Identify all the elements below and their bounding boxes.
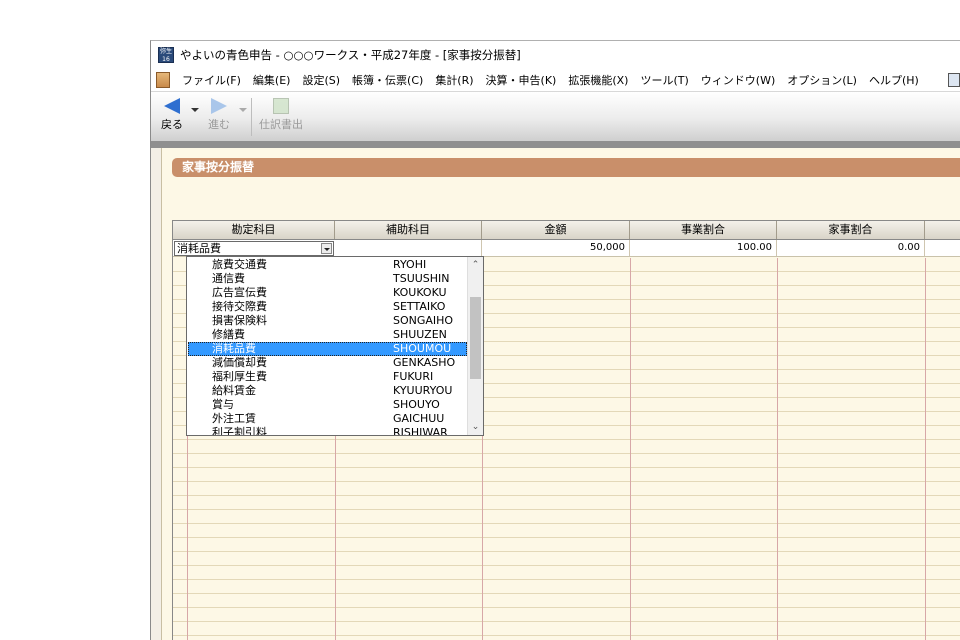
- list-item[interactable]: 通信費 TSUUSHIN: [188, 272, 467, 286]
- grid-header: 勘定科目 補助科目 金額 事業割合 家事割合: [173, 221, 960, 240]
- list-item-code: SONGAIHO: [393, 314, 454, 327]
- list-item-code: RYOHI: [393, 258, 427, 271]
- menu-edit[interactable]: 編集(E): [247, 72, 297, 88]
- menu-aggregate[interactable]: 集計(R): [429, 72, 479, 88]
- menu-window[interactable]: ウィンドウ(W): [695, 72, 781, 88]
- list-item[interactable]: 福利厚生費 FUKURI: [188, 370, 467, 384]
- menu-tools[interactable]: ツール(T): [634, 72, 694, 88]
- forward-label: 進む: [208, 118, 230, 131]
- list-item-code: GAICHUU: [393, 412, 445, 425]
- menu-settings[interactable]: 設定(S): [296, 72, 346, 88]
- column-divider: [777, 258, 778, 640]
- document-icon[interactable]: [156, 72, 170, 88]
- list-item-code: FUKURI: [393, 370, 434, 383]
- list-item[interactable]: 旅費交通費 RYOHI: [188, 258, 467, 272]
- business-ratio-cell[interactable]: 100.00: [630, 240, 777, 256]
- journal-label: 仕訳書出: [259, 118, 303, 131]
- menu-extensions[interactable]: 拡張機能(X): [562, 72, 634, 88]
- list-item[interactable]: 接待交際費 SETTAIKO: [188, 300, 467, 314]
- back-dropdown-icon[interactable]: [191, 108, 199, 112]
- list-item-name: 外注工賃: [212, 412, 256, 425]
- column-header-amount[interactable]: 金額: [482, 221, 630, 239]
- forward-arrow-icon: [211, 98, 227, 114]
- list-item-code: SHOUMOU: [393, 342, 452, 355]
- list-item-code: GENKASHO: [393, 356, 456, 369]
- list-item[interactable]: 給料賃金 KYUURYOU: [188, 384, 467, 398]
- dropdown-scrollbar[interactable]: ⌃ ⌄: [467, 257, 483, 435]
- section-title: 家事按分振替: [172, 158, 960, 177]
- menu-options[interactable]: オプション(L): [781, 72, 863, 88]
- household-ratio-cell[interactable]: 0.00: [777, 240, 925, 256]
- app-icon: 弥生 16: [158, 47, 174, 63]
- account-combobox[interactable]: 消耗品費: [174, 241, 334, 256]
- forward-button[interactable]: 進む: [208, 98, 230, 132]
- list-item[interactable]: 利子割引料 RISHIWAR: [188, 426, 467, 436]
- column-header-household-ratio[interactable]: 家事割合: [777, 221, 925, 239]
- list-item-name: 旅費交通費: [212, 258, 267, 271]
- menu-file[interactable]: ファイル(F): [176, 72, 247, 88]
- list-item-name: 給料賃金: [212, 384, 256, 397]
- list-item-name: 通信費: [212, 272, 245, 285]
- column-header-account[interactable]: 勘定科目: [173, 221, 335, 239]
- toolbar-bottom-border: [151, 141, 960, 148]
- title-bar[interactable]: 弥生 16 やよいの青色申告 - ○○○ワークス・平成27年度 - [家事按分振…: [151, 41, 960, 69]
- list-item-name: 消耗品費: [212, 342, 256, 355]
- column-header-sub-account[interactable]: 補助科目: [335, 221, 482, 239]
- menu-settlement[interactable]: 決算・申告(K): [480, 72, 563, 88]
- back-label: 戻る: [161, 118, 183, 131]
- menu-help[interactable]: ヘルプ(H): [863, 72, 925, 88]
- list-item-code: TSUUSHIN: [393, 272, 450, 285]
- chevron-down-icon[interactable]: [321, 243, 332, 254]
- list-item-code: KYUURYOU: [393, 384, 453, 397]
- dropdown-items: 旅費交通費 RYOHI 通信費 TSUUSHIN 広告宣伝費 KOUKOKU 接待交際費 SE…: [188, 258, 467, 436]
- list-item[interactable]: 減価償却費 GENKASHO: [188, 356, 467, 370]
- menu-bar: ファイル(F) 編集(E) 設定(S) 帳簿・伝票(C) 集計(R) 決算・申告…: [151, 69, 960, 91]
- list-item-name: 損害保険料: [212, 314, 267, 327]
- toolbar: 戻る 進む 仕訳書出: [151, 91, 960, 141]
- menu-ledger[interactable]: 帳簿・伝票(C): [346, 72, 429, 88]
- list-item-name: 接待交際費: [212, 300, 267, 313]
- list-item[interactable]: 損害保険料 SONGAIHO: [188, 314, 467, 328]
- window-title: やよいの青色申告 - ○○○ワークス・平成27年度 - [家事按分振替]: [180, 48, 521, 62]
- list-item-name: 広告宣伝費: [212, 286, 267, 299]
- column-divider: [925, 258, 926, 640]
- list-item[interactable]: 外注工賃 GAICHUU: [188, 412, 467, 426]
- list-item-name: 修繕費: [212, 328, 245, 341]
- list-item[interactable]: 修繕費 SHUUZEN: [188, 328, 467, 342]
- list-item[interactable]: 消耗品費 SHOUMOU: [188, 342, 467, 356]
- list-item-code: SHOUYO: [393, 398, 440, 411]
- list-item[interactable]: 賞与 SHOUYO: [188, 398, 467, 412]
- toolbar-separator: [251, 98, 252, 136]
- sub-account-cell[interactable]: [335, 240, 482, 256]
- column-divider: [630, 258, 631, 640]
- list-item-name: 賞与: [212, 398, 234, 411]
- back-button[interactable]: 戻る: [161, 98, 183, 132]
- list-item[interactable]: 広告宣伝費 KOUKOKU: [188, 286, 467, 300]
- window-restore-icon[interactable]: [948, 73, 960, 87]
- amount-cell[interactable]: 50,000: [482, 240, 630, 256]
- account-dropdown-list[interactable]: 旅費交通費 RYOHI 通信費 TSUUSHIN 広告宣伝費 KOUKOKU 接待交際費 SE…: [186, 256, 484, 436]
- scroll-thumb[interactable]: [470, 297, 481, 379]
- account-combobox-value: 消耗品費: [177, 242, 221, 255]
- list-item-code: SETTAIKO: [393, 300, 446, 313]
- list-item-name: 利子割引料: [212, 426, 267, 436]
- scroll-down-icon[interactable]: ⌄: [468, 419, 483, 435]
- scroll-up-icon[interactable]: ⌃: [468, 257, 483, 273]
- list-item-name: 福利厚生費: [212, 370, 267, 383]
- list-item-code: SHUUZEN: [393, 328, 447, 341]
- journal-icon: [273, 98, 289, 114]
- list-item-code: KOUKOKU: [393, 286, 447, 299]
- column-header-business-ratio[interactable]: 事業割合: [630, 221, 777, 239]
- table-row[interactable]: 消耗品費 50,000 100.00 0.00: [173, 240, 960, 257]
- list-item-code: RISHIWAR: [393, 426, 448, 436]
- back-arrow-icon: [164, 98, 180, 114]
- forward-dropdown-icon[interactable]: [239, 108, 247, 112]
- list-item-name: 減価償却費: [212, 356, 267, 369]
- journal-button[interactable]: 仕訳書出: [259, 98, 303, 132]
